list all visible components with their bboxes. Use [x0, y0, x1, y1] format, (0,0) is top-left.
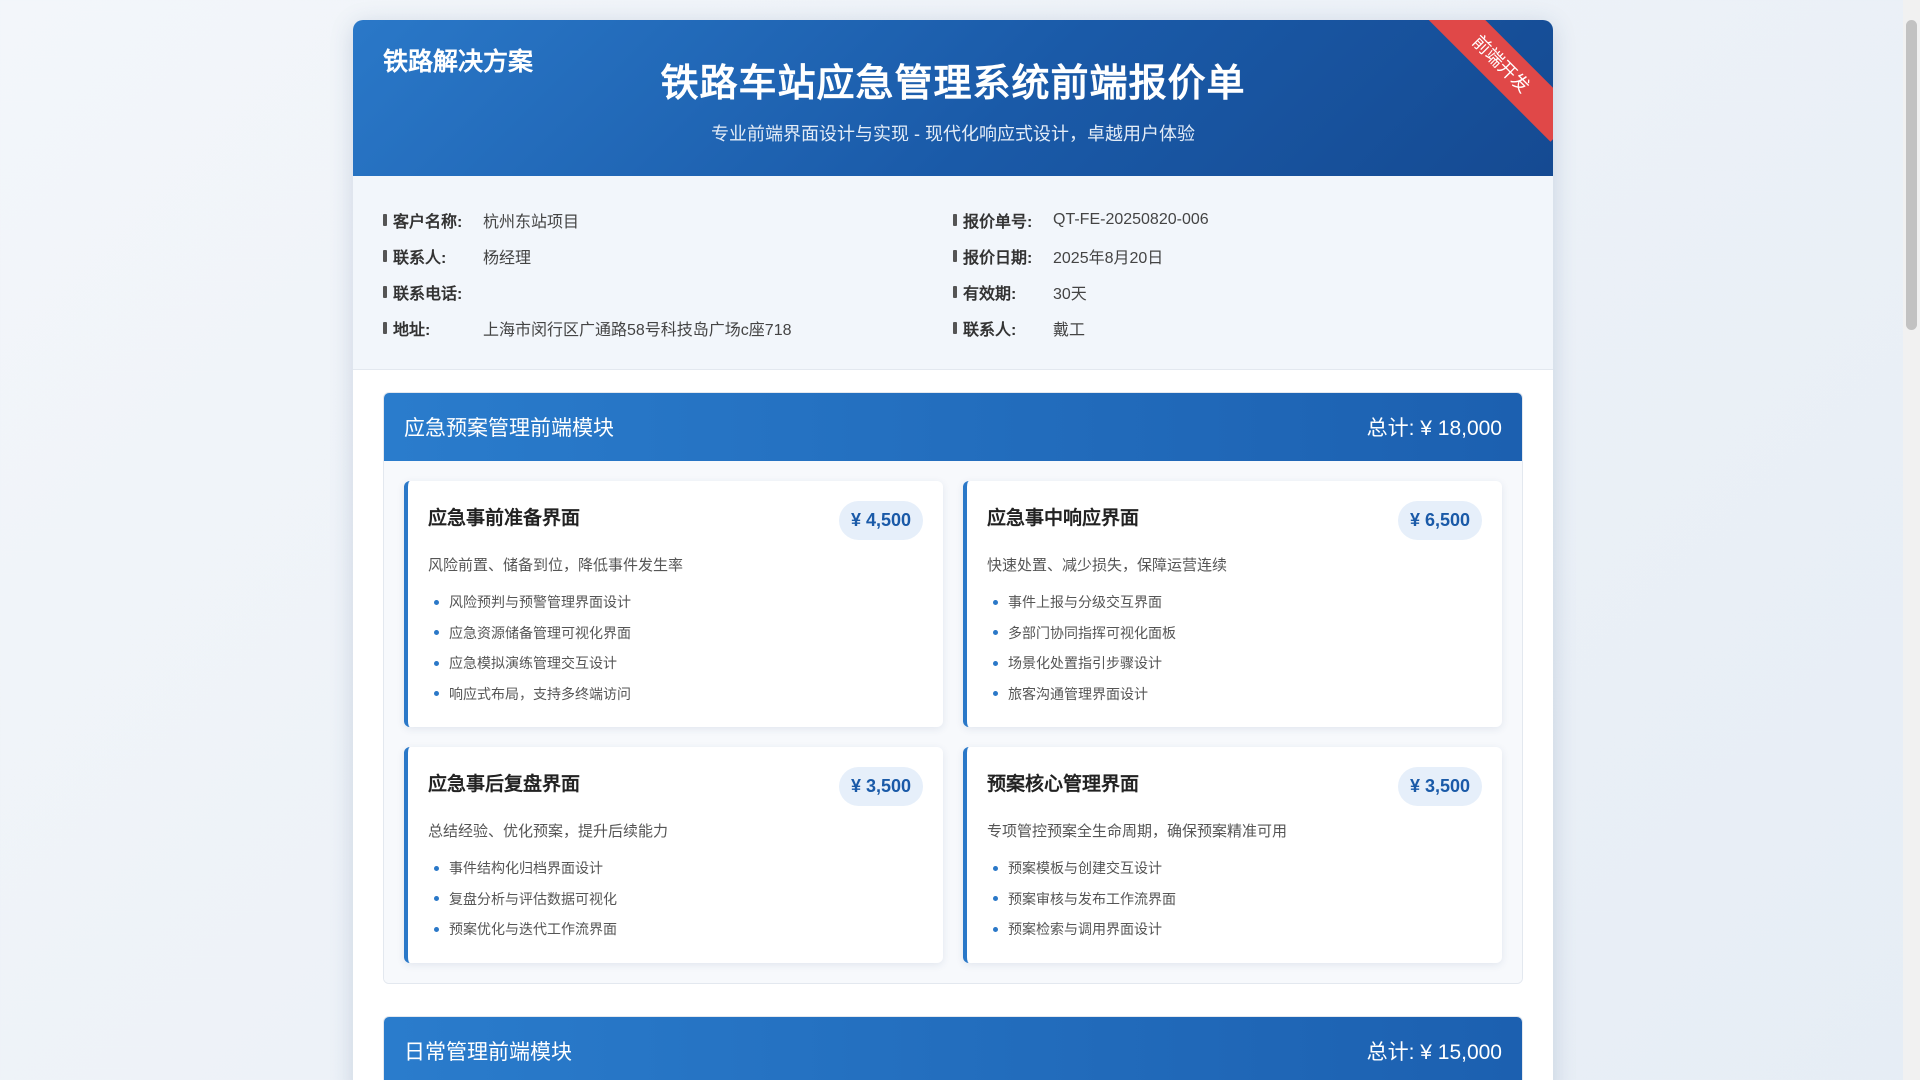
quote-header: 铁路解决方案 铁路车站应急管理系统前端报价单 专业前端界面设计与实现 - 现代化…: [353, 20, 1553, 176]
item-name: 应急事后复盘界面: [428, 774, 581, 795]
item-name: 应急事前准备界面: [428, 508, 581, 529]
module-items: 应急事前准备界面 ¥ 4,500 风险前置、储备到位，降低事件发生率 风险预判与…: [384, 461, 1522, 983]
client-info-panel: 客户名称: 杭州东站项目 联系人: 杨经理 联系电话: 地址: 上海市闵行区广通…: [353, 176, 1553, 370]
price-badge: ¥ 4,500: [838, 501, 923, 540]
info-label: 地址:: [393, 322, 431, 339]
info-bullet-icon: [383, 250, 387, 262]
page-title: 铁路车站应急管理系统前端报价单: [660, 63, 1246, 105]
item-card: 预案核心管理界面 ¥ 3,500 专项管控预案全生命周期，确保预案精准可用 预案…: [963, 747, 1502, 963]
info-value: QT-FE-20250820-006: [1053, 211, 1209, 228]
bullet-icon: [434, 599, 439, 605]
info-label: 联系电话:: [393, 286, 463, 303]
info-label: 联系人:: [963, 322, 1017, 339]
page-subtitle: 专业前端界面设计与实现 - 现代化响应式设计，卓越用户体验: [711, 124, 1195, 144]
info-row-contact: 联系人: 杨经理: [383, 238, 923, 274]
feature-item: 响应式布局，支持多终端访问: [428, 679, 923, 710]
item-description: 专项管控预案全生命周期，确保预案精准可用: [987, 823, 1288, 840]
info-bullet-icon: [953, 322, 957, 334]
page-scrollbar[interactable]: [1903, 0, 1920, 1080]
feature-item: 预案优化与迭代工作流界面: [428, 914, 923, 945]
info-label: 客户名称:: [393, 214, 463, 231]
item-card: 应急事中响应界面 ¥ 6,500 快速处置、减少损失，保障运营连续 事件上报与分…: [963, 481, 1502, 727]
info-bullet-icon: [953, 286, 957, 298]
item-description: 总结经验、优化预案，提升后续能力: [428, 823, 669, 840]
info-row-address: 地址: 上海市闵行区广通路58号科技岛广场c座718: [383, 310, 923, 346]
feature-item: 旅客沟通管理界面设计: [987, 679, 1482, 710]
feature-item: 事件结构化归档界面设计: [428, 853, 923, 884]
info-row-quote-number: 报价单号: QT-FE-20250820-006: [953, 202, 1493, 238]
bullet-icon: [434, 926, 439, 932]
info-bullet-icon: [953, 250, 957, 262]
feature-list: 风险预判与预警管理界面设计 应急资源储备管理可视化界面 应急模拟演练管理交互设计…: [428, 587, 923, 709]
item-name: 应急事中响应界面: [987, 508, 1140, 529]
scrollbar-thumb[interactable]: [1906, 20, 1917, 330]
module-title: 应急预案管理前端模块: [404, 417, 614, 440]
info-value: 杭州东站项目: [483, 214, 580, 231]
info-row-phone: 联系电话:: [383, 274, 923, 310]
module-header: 应急预案管理前端模块 总计: ¥ 18,000: [384, 393, 1522, 461]
info-bullet-icon: [383, 322, 387, 334]
info-value: 2025年8月20日: [1053, 250, 1164, 267]
bullet-icon: [434, 660, 439, 666]
info-row-engineer: 联系人: 戴工: [953, 310, 1493, 346]
info-bullet-icon: [383, 286, 387, 298]
feature-item: 多部门协同指挥可视化面板: [987, 618, 1482, 649]
feature-item: 场景化处置指引步骤设计: [987, 648, 1482, 679]
bullet-icon: [434, 630, 439, 636]
feature-item: 事件上报与分级交互界面: [987, 587, 1482, 618]
item-card: 应急事后复盘界面 ¥ 3,500 总结经验、优化预案，提升后续能力 事件结构化归…: [404, 747, 943, 963]
feature-item: 预案模板与创建交互设计: [987, 853, 1482, 884]
bullet-icon: [993, 660, 998, 666]
price-badge: ¥ 6,500: [1397, 501, 1482, 540]
bullet-icon: [434, 896, 439, 902]
bullet-icon: [993, 691, 998, 697]
info-row-quote-date: 报价日期: 2025年8月20日: [953, 238, 1493, 274]
module-header: 日常管理前端模块 总计: ¥ 15,000: [384, 1016, 1522, 1080]
feature-list: 预案模板与创建交互设计 预案审核与发布工作流界面 预案检索与调用界面设计: [987, 853, 1482, 945]
info-value: 杨经理: [483, 250, 532, 267]
item-card: 应急事前准备界面 ¥ 4,500 风险前置、储备到位，降低事件发生率 风险预判与…: [404, 481, 943, 727]
feature-item: 预案检索与调用界面设计: [987, 914, 1482, 945]
module-daily-management: 日常管理前端模块 总计: ¥ 15,000: [383, 1015, 1523, 1080]
info-row-validity: 有效期: 30天: [953, 274, 1493, 310]
feature-item: 预案审核与发布工作流界面: [987, 884, 1482, 915]
module-title: 日常管理前端模块: [404, 1040, 572, 1064]
feature-list: 事件结构化归档界面设计 复盘分析与评估数据可视化 预案优化与迭代工作流界面: [428, 853, 923, 945]
info-row-client-name: 客户名称: 杭州东站项目: [383, 202, 923, 238]
info-label: 联系人:: [393, 250, 447, 267]
bullet-icon: [993, 599, 998, 605]
bullet-icon: [993, 926, 998, 932]
info-label: 有效期:: [963, 286, 1017, 303]
item-description: 风险前置、储备到位，降低事件发生率: [428, 557, 684, 574]
info-bullet-icon: [953, 214, 957, 226]
quote-card: 铁路解决方案 铁路车站应急管理系统前端报价单 专业前端界面设计与实现 - 现代化…: [353, 20, 1553, 1080]
module-total: 总计: ¥ 18,000: [1366, 417, 1502, 440]
feature-item: 应急资源储备管理可视化界面: [428, 618, 923, 649]
price-badge: ¥ 3,500: [838, 767, 923, 806]
bullet-icon: [993, 865, 998, 871]
info-label: 报价单号:: [963, 214, 1033, 231]
bullet-icon: [434, 691, 439, 697]
client-info-left: 客户名称: 杭州东站项目 联系人: 杨经理 联系电话: 地址: 上海市闵行区广通…: [383, 202, 923, 346]
module-total: 总计: ¥ 15,000: [1366, 1040, 1502, 1064]
bullet-icon: [993, 630, 998, 636]
feature-item: 应急模拟演练管理交互设计: [428, 648, 923, 679]
feature-item: 复盘分析与评估数据可视化: [428, 884, 923, 915]
module-emergency-plan: 应急预案管理前端模块 总计: ¥ 18,000 应急事前准备界面 ¥ 4,500…: [383, 392, 1523, 984]
price-badge: ¥ 3,500: [1397, 767, 1482, 806]
info-value: 30天: [1053, 286, 1087, 303]
info-bullet-icon: [383, 214, 387, 226]
feature-item: 风险预判与预警管理界面设计: [428, 587, 923, 618]
item-description: 快速处置、减少损失，保障运营连续: [987, 557, 1228, 574]
bullet-icon: [434, 865, 439, 871]
feature-list: 事件上报与分级交互界面 多部门协同指挥可视化面板 场景化处置指引步骤设计 旅客沟…: [987, 587, 1482, 709]
info-label: 报价日期:: [963, 250, 1033, 267]
info-value: 戴工: [1053, 322, 1086, 339]
client-info-right: 报价单号: QT-FE-20250820-006 报价日期: 2025年8月20…: [953, 202, 1493, 346]
bullet-icon: [993, 896, 998, 902]
info-value: 上海市闵行区广通路58号科技岛广场c座718: [483, 322, 792, 339]
item-name: 预案核心管理界面: [987, 774, 1140, 795]
